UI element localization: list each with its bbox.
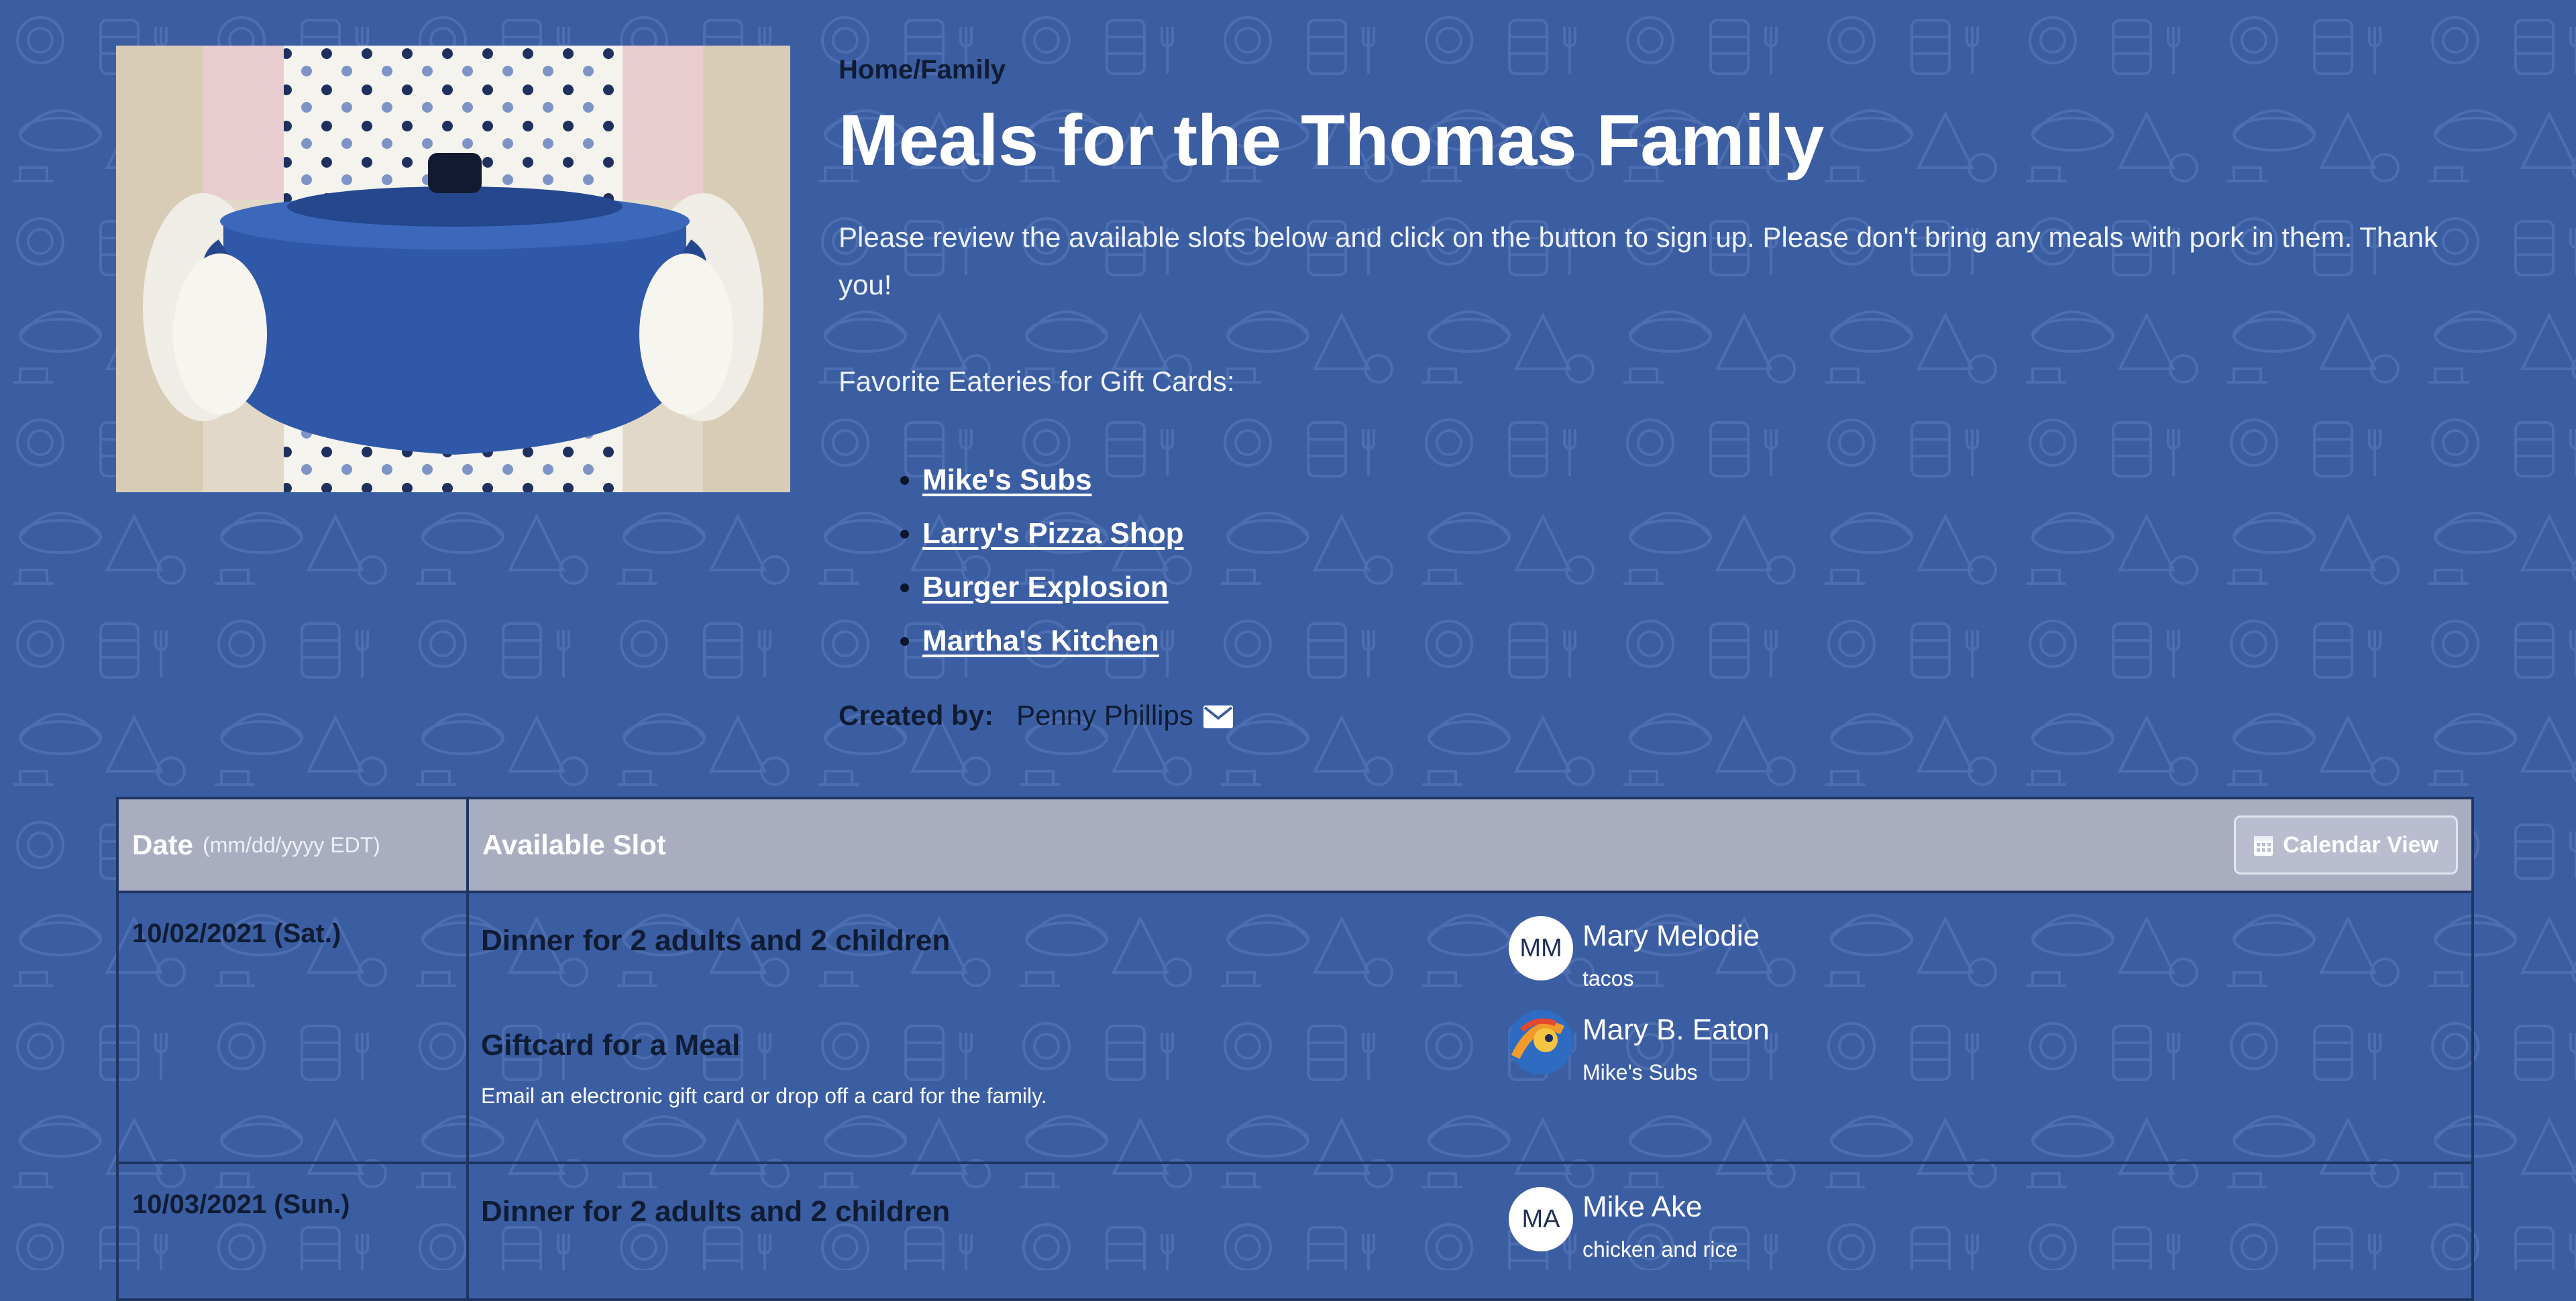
participant-name: Mary Melodie: [1582, 919, 1760, 952]
date-header-format: (mm/dd/yyyy EDT): [203, 832, 380, 857]
participant-note: tacos: [1582, 966, 1634, 991]
eatery-link-larrys-pizza[interactable]: Larry's Pizza Shop: [922, 517, 1183, 550]
participant-note: chicken and rice: [1582, 1237, 1738, 1261]
eatery-item: Mike's Subs: [922, 453, 1183, 507]
signup-entry: MA Mike Ake chicken and rice: [1509, 1187, 1737, 1262]
page-title: Meals for the Thomas Family: [839, 99, 1824, 180]
eateries-heading: Favorite Eateries for Gift Cards:: [839, 365, 1235, 397]
participant-name: Mary B. Eaton: [1582, 1013, 1770, 1046]
avatar: MA: [1509, 1187, 1573, 1251]
avatar: MM: [1509, 916, 1573, 980]
calendar-view-label: Calendar View: [2283, 832, 2438, 858]
eatery-link-burger-explosion[interactable]: Burger Explosion: [922, 571, 1169, 604]
eateries-list: Mike's Subs Larry's Pizza Shop Burger Ex…: [885, 453, 1183, 668]
intro-text: Please review the available slots below …: [839, 221, 2438, 301]
eatery-item: Larry's Pizza Shop: [922, 507, 1183, 561]
calendar-icon: [2253, 834, 2273, 856]
breadcrumb[interactable]: Home/Family: [839, 55, 1006, 85]
created-by: Created by: Penny Phillips: [839, 699, 1234, 732]
date-cell: 10/03/2021 (Sun.): [119, 1164, 469, 1298]
table-row: 10/03/2021 (Sun.) Dinner for 2 adults an…: [119, 1164, 2471, 1298]
participant-note: Mike's Subs: [1582, 1060, 1698, 1084]
calendar-view-button[interactable]: Calendar View: [2234, 815, 2458, 874]
date-cell: 10/02/2021 (Sat.): [119, 893, 469, 1162]
slot-header-label: Available Slot: [482, 829, 666, 860]
date-header-label: Date: [132, 829, 194, 860]
slot-item: Dinner for 2 adults and 2 children MA Mi…: [469, 1164, 2471, 1271]
signup-entry: Mary B. Eaton Mike's Subs: [1509, 1010, 1770, 1085]
slot-cell: Dinner for 2 adults and 2 children MM Ma…: [469, 893, 2471, 1162]
signup-table: Date (mm/dd/yyyy EDT) Available Slot Cal…: [116, 797, 2474, 1301]
eatery-item: Burger Explosion: [922, 561, 1183, 614]
table-row: 10/02/2021 (Sat.) Dinner for 2 adults an…: [119, 893, 2471, 1164]
signup-entry: MM Mary Melodie tacos: [1509, 916, 1760, 991]
eatery-link-mikes-subs[interactable]: Mike's Subs: [922, 463, 1092, 496]
participant-name: Mike Ake: [1582, 1190, 1703, 1223]
family-photo: [116, 46, 790, 492]
slot-name: Giftcard for a Meal: [481, 1029, 741, 1062]
slot-item: Dinner for 2 adults and 2 children MM Ma…: [469, 893, 2471, 1001]
slot-cell: Dinner for 2 adults and 2 children MA Mi…: [469, 1164, 2471, 1298]
creator-name: Penny Phillips: [1016, 699, 1193, 731]
slot-name: Dinner for 2 adults and 2 children: [481, 1195, 951, 1228]
created-by-label: Created by:: [839, 699, 994, 731]
mail-icon[interactable]: [1203, 703, 1234, 728]
slot-item: Giftcard for a Meal Email an electronic …: [469, 1001, 2471, 1162]
table-header: Date (mm/dd/yyyy EDT) Available Slot Cal…: [119, 799, 2471, 893]
slot-name: Dinner for 2 adults and 2 children: [481, 924, 951, 957]
avatar-photo: [1509, 1010, 1573, 1074]
slot-column-header: Available Slot Calendar View: [469, 799, 2471, 891]
slot-description: Email an electronic gift card or drop of…: [481, 1084, 1047, 1108]
date-column-header: Date (mm/dd/yyyy EDT): [119, 799, 469, 891]
eatery-link-marthas-kitchen[interactable]: Martha's Kitchen: [922, 624, 1159, 657]
eatery-item: Martha's Kitchen: [922, 614, 1183, 668]
